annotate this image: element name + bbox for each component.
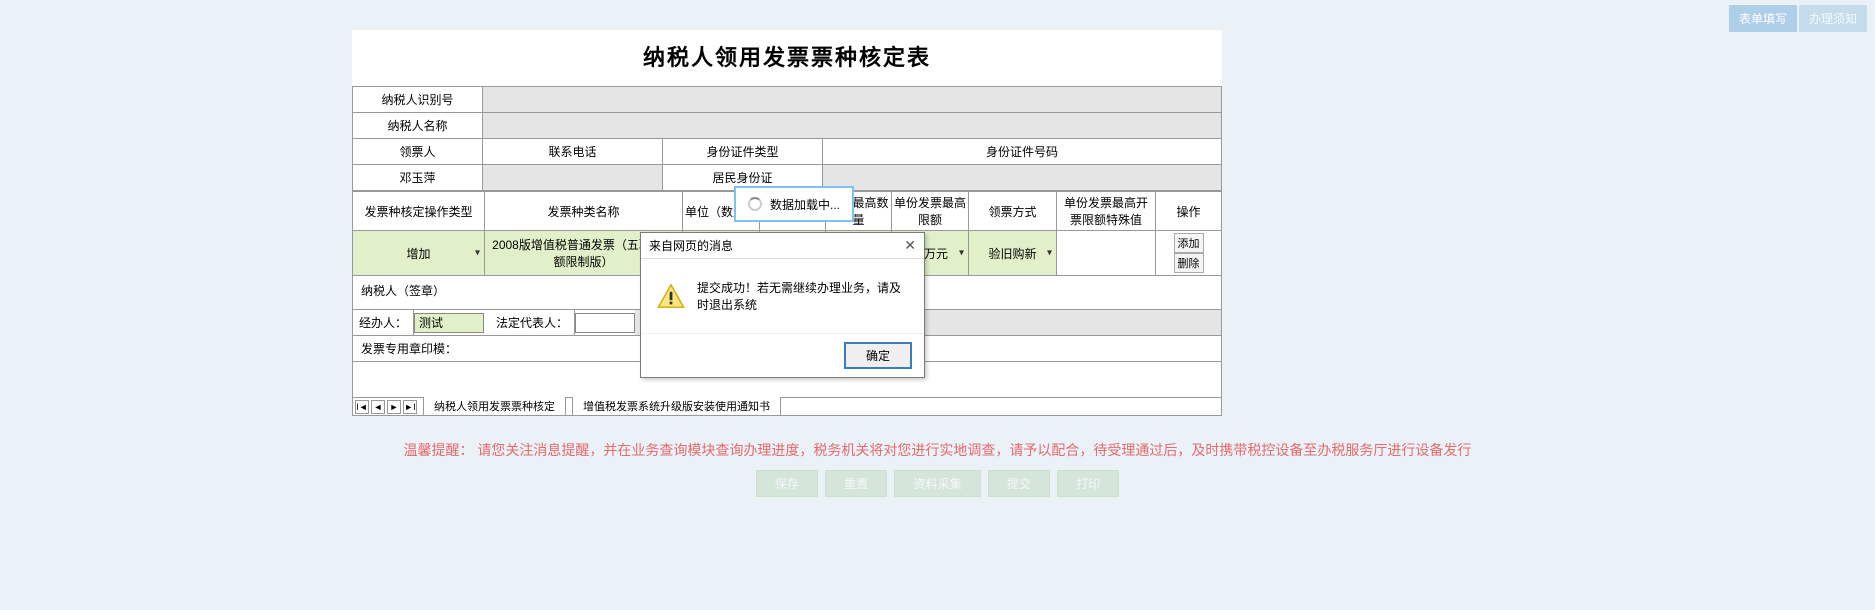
label-phone: 联系电话 [483, 139, 663, 165]
special-cell[interactable] [1057, 231, 1156, 276]
loading-text: 数据加载中... [770, 196, 840, 213]
save-button[interactable]: 保存 [756, 470, 818, 497]
bottom-buttons: 保存 重置 资料采集 提交 打印 [0, 470, 1875, 497]
value-id-no [823, 165, 1222, 191]
warm-tip: 温馨提醒： 请您关注消息提醒，并在业务查询模块查询办理进度，税务机关将对您进行实… [0, 440, 1875, 460]
col-optype: 发票种核定操作类型 [353, 192, 485, 231]
dialog-message: 提交成功！若无需继续办理业务，请及时退出系统 [697, 279, 908, 313]
sheet-tab-2[interactable]: 增值税发票系统升级版安装使用通知书 [572, 397, 781, 416]
dialog-title: 来自网页的消息 [649, 237, 733, 254]
print-button[interactable]: 打印 [1057, 470, 1119, 497]
sheet-tab-1[interactable]: 纳税人领用发票票种核定 [423, 397, 566, 416]
col-op: 操作 [1156, 192, 1222, 231]
label-taxpayer-name: 纳税人名称 [353, 113, 483, 139]
warning-icon [657, 282, 685, 310]
form-title: 纳税人领用发票票种核定表 [352, 30, 1222, 86]
col-invkind: 发票种类名称 [485, 192, 683, 231]
label-receiver: 领票人 [353, 139, 483, 165]
form-fill-tab[interactable]: 表单填写 [1729, 5, 1797, 32]
label-legalrep: 法定代表人： [490, 310, 575, 335]
dialog-close-button[interactable]: ✕ [904, 237, 916, 254]
label-id-no: 身份证件号码 [823, 139, 1222, 165]
optype-dropdown[interactable]: 增加 [353, 231, 485, 276]
label-taxpayer-id: 纳税人识别号 [353, 87, 483, 113]
taxpayer-info-table: 纳税人识别号 纳税人名称 领票人 联系电话 身份证件类型 身份证件号码 邓玉萍 … [352, 86, 1222, 191]
legalrep-input[interactable] [575, 313, 635, 333]
col-unitmax: 单份发票最高限额 [892, 192, 969, 231]
value-phone [483, 165, 663, 191]
alert-dialog: 来自网页的消息 ✕ 提交成功！若无需继续办理业务，请及时退出系统 确定 [640, 232, 925, 378]
materials-button[interactable]: 资料采集 [894, 470, 980, 497]
sheet-nav-first[interactable]: I◄ [355, 400, 369, 414]
value-taxpayer-name [483, 113, 1222, 139]
spinner-icon [748, 197, 762, 211]
reset-button[interactable]: 重置 [825, 470, 887, 497]
handler-input[interactable] [414, 313, 484, 333]
sheet-tabs: I◄ ◄ ► ►I 纳税人领用发票票种核定 增值税发票系统升级版安装使用通知书 [352, 398, 1222, 416]
dialog-ok-button[interactable]: 确定 [844, 342, 912, 369]
submit-button[interactable]: 提交 [988, 470, 1050, 497]
value-taxpayer-id [483, 87, 1222, 113]
notice-tab[interactable]: 办理须知 [1799, 5, 1867, 32]
sheet-nav-next[interactable]: ► [387, 400, 401, 414]
loading-indicator: 数据加载中... [734, 186, 854, 222]
sheet-nav-prev[interactable]: ◄ [371, 400, 385, 414]
value-receiver: 邓玉萍 [353, 165, 483, 191]
delete-row-button[interactable]: 删除 [1174, 253, 1204, 273]
col-special: 单份发票最高开票限额特殊值 [1057, 192, 1156, 231]
add-row-button[interactable]: 添加 [1174, 233, 1204, 253]
label-id-type: 身份证件类型 [663, 139, 823, 165]
label-handler: 经办人： [353, 310, 414, 335]
sheet-nav-last[interactable]: ►I [403, 400, 417, 414]
recvmethod-dropdown[interactable]: 验旧购新 [969, 231, 1057, 276]
col-recvmethod: 领票方式 [969, 192, 1057, 231]
